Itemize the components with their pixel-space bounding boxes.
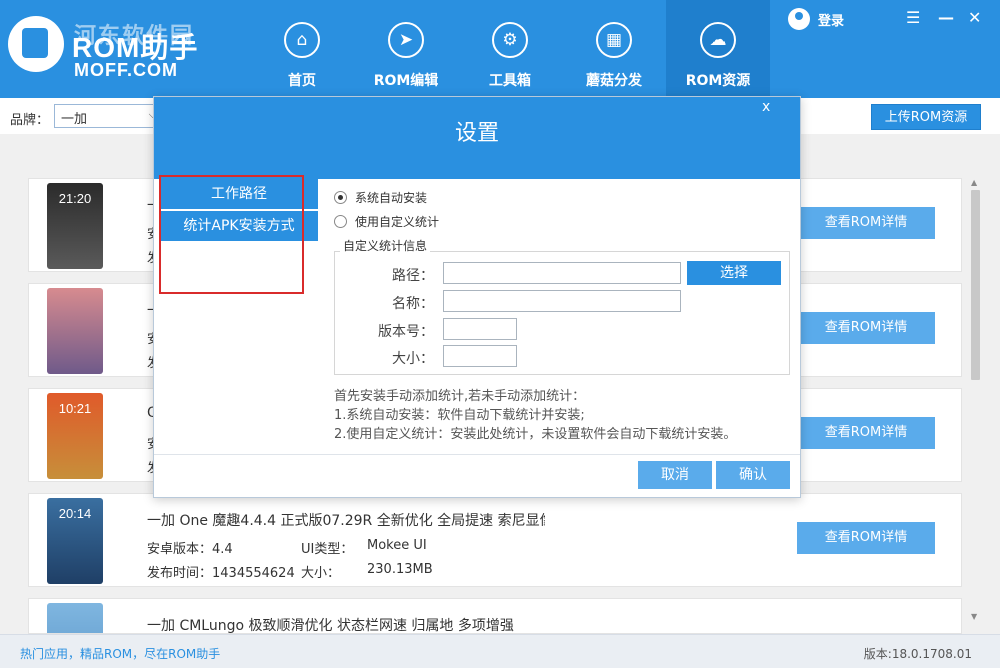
radio-custom-stat[interactable]: 使用自定义统计 [334,212,439,230]
app-header: ROM助手 MOFF.COM 河东软件园 ⌂ 首页 ➤ ROM编辑 ⚙ 工具箱 … [0,0,1000,98]
android-version: 安卓版本：4.4 [147,542,233,557]
settings-dialog: 设置 x 工作路径 统计APK安装方式 系统自动安装 使用自定义统计 自定义统计… [153,96,801,498]
rom-thumbnail [47,288,103,374]
nav-home[interactable]: ⌂ 首页 [250,0,354,98]
logo-icon [8,16,64,72]
view-rom-detail-button[interactable]: 查看ROM详情 [797,312,935,344]
upload-rom-button[interactable]: 上传ROM资源 [871,104,981,130]
dialog-title: 设置 [454,121,499,146]
brand-select[interactable]: 一加 ⌵ [54,104,164,128]
thumbnail-time: 10:21 [58,401,92,416]
view-rom-detail-button[interactable]: 查看ROM详情 [797,417,935,449]
radio-label: 使用自定义统计 [355,214,440,229]
watermark: 河东软件园 [74,23,195,49]
rom-title: 一加 CMLungo 极致顺滑优化 状态栏网速 归属地 多项增强 [147,618,514,634]
radio-auto-install[interactable]: 系统自动安装 [334,188,427,206]
logo-subtext: MOFF.COM [74,60,178,80]
size-label: 大小： [392,351,434,367]
name-label: 名称： [392,296,434,312]
login-button[interactable]: 登录 [788,8,844,30]
dialog-close-icon[interactable]: x [762,99,770,115]
ui-type-label: UI类型： [301,542,354,557]
rom-thumbnail [47,603,103,633]
menu-icon[interactable]: ☰ [906,8,920,27]
footer-slogan[interactable]: 热门应用，精品ROM，尽在ROM助手 [20,645,220,662]
size-label: 大小： [301,566,341,581]
rom-title: 一加 One 魔趣4.4.4 正式版07.29R 全新优化 全局提速 索尼显像 [147,513,545,529]
view-rom-detail-button[interactable]: 查看ROM详情 [797,207,935,239]
nav-distribution[interactable]: ▦ 蘑菇分发 [562,0,666,98]
view-rom-detail-button[interactable]: 查看ROM详情 [797,522,935,554]
cancel-button[interactable]: 取消 [638,461,712,489]
name-input[interactable] [443,290,681,312]
radio-label: 系统自动安装 [355,190,428,205]
size-input[interactable] [443,345,517,367]
choose-button[interactable]: 选择 [687,261,781,285]
confirm-button[interactable]: 确认 [716,461,790,489]
dialog-divider [154,454,800,455]
nav-label: ROM资源 [685,73,751,89]
nav-label: 工具箱 [489,73,531,89]
note-line: 2.使用自定义统计：安装此处统计，未设置软件会自动下载统计安装。 [334,427,737,442]
nav-toolbox[interactable]: ⚙ 工具箱 [458,0,562,98]
highlight-box [159,175,304,294]
scroll-up-icon[interactable]: ▲ [971,178,977,187]
thumbnail-time: 21:20 [58,191,92,206]
home-icon: ⌂ [284,22,320,58]
dialog-header: 设置 x [154,97,800,179]
close-icon[interactable]: ✕ [968,8,981,27]
nav-label: 首页 [288,73,316,89]
grid-icon: ▦ [596,22,632,58]
radio-checked-icon [334,190,347,204]
rom-card: 一加 CMLungo 极致顺滑优化 状态栏网速 归属地 多项增强 [28,598,962,634]
user-icon [788,8,810,30]
nav-label: 蘑菇分发 [586,73,642,89]
list-scrollbar[interactable]: ▲ ▼ [966,176,984,626]
brand-value: 一加 [61,112,88,127]
publish-time: 发布时间：1434554624 [147,566,295,581]
minimize-icon[interactable]: — [938,8,954,27]
scroll-down-icon[interactable]: ▼ [971,612,977,621]
cloud-icon: ☁ [700,22,736,58]
ui-type-value: Mokee UI [367,538,427,553]
group-title: 自定义统计信息 [340,237,431,254]
gear-icon: ⚙ [492,22,528,58]
version-input[interactable] [443,318,517,340]
size-value: 230.13MB [367,562,433,577]
rom-thumbnail: 20:14 [47,498,103,584]
app-logo: ROM助手 MOFF.COM 河东软件园 [8,8,218,88]
note-line: 首先安装手动添加统计,若未手动添加统计： [334,389,586,404]
scroll-thumb[interactable] [971,190,980,380]
note-line: 1.系统自动安装：软件自动下载统计并安装; [334,408,585,423]
nav-rom-edit[interactable]: ➤ ROM编辑 [354,0,458,98]
cursor-icon: ➤ [388,22,424,58]
nav-rom-resources[interactable]: ☁ ROM资源 [666,0,770,98]
rom-thumbnail: 10:21 [47,393,103,479]
rom-card: 20:14 一加 One 魔趣4.4.4 正式版07.29R 全新优化 全局提速… [28,493,962,587]
main-nav: ⌂ 首页 ➤ ROM编辑 ⚙ 工具箱 ▦ 蘑菇分发 ☁ ROM资源 [250,0,770,98]
thumbnail-time: 20:14 [58,506,92,521]
version-label: 版本号： [378,324,434,340]
radio-unchecked-icon [334,214,347,228]
login-label: 登录 [818,13,845,29]
status-bar: 热门应用，精品ROM，尽在ROM助手 版本:18.0.1708.01 [0,634,1000,668]
rom-thumbnail: 21:20 [47,183,103,269]
nav-label: ROM编辑 [373,73,439,89]
version-label: 版本:18.0.1708.01 [863,647,972,661]
path-input[interactable] [443,262,681,284]
brand-label: 品牌： [10,113,50,128]
path-label: 路径： [392,268,434,284]
